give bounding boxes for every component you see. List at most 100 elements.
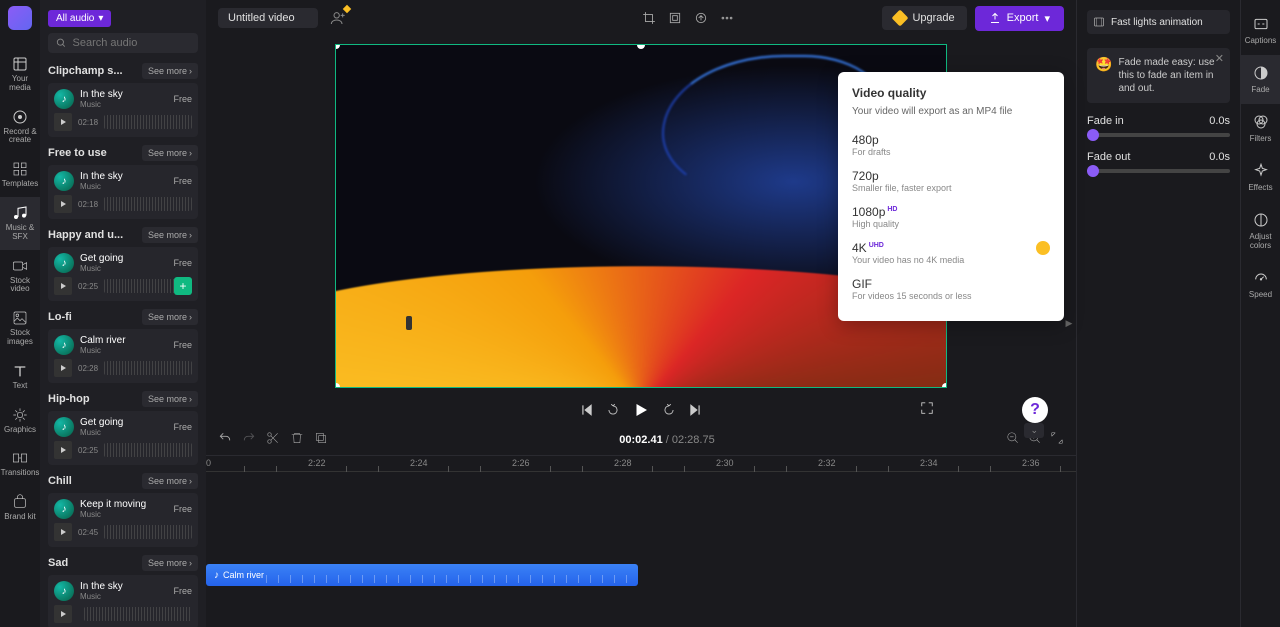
tool-filters[interactable]: Filters bbox=[1241, 104, 1280, 153]
timeline[interactable]: 02:222:242:262:282:302:322:342:36 Calm r… bbox=[206, 455, 1076, 627]
category-title: Hip-hop bbox=[48, 393, 90, 405]
premium-badge-icon bbox=[342, 4, 352, 14]
audio-track[interactable]: In the skyMusicFree02:18 bbox=[48, 165, 198, 219]
track-badge: Free bbox=[173, 176, 192, 186]
more-button[interactable] bbox=[716, 7, 738, 29]
nav-text[interactable]: Text bbox=[0, 355, 40, 399]
track-play-button[interactable] bbox=[54, 359, 72, 377]
tool-fade[interactable]: Fade bbox=[1241, 55, 1280, 104]
track-art-icon bbox=[54, 89, 74, 109]
tool-speed[interactable]: Speed bbox=[1241, 260, 1280, 309]
duplicate-button[interactable] bbox=[314, 431, 328, 450]
zoom-out-icon bbox=[1006, 431, 1020, 445]
audio-track[interactable]: Keep it movingMusicFree02:45 bbox=[48, 493, 198, 547]
timeline-tracks[interactable]: Calm river bbox=[206, 472, 1076, 612]
audio-panel: All audio ▾ Clipchamp s...See more ›In t… bbox=[40, 0, 206, 627]
timeline-ruler[interactable]: 02:222:242:262:282:302:322:342:36 bbox=[206, 456, 1076, 472]
ruler-mark: 2:30 bbox=[716, 458, 734, 468]
redo-button[interactable] bbox=[242, 431, 256, 450]
audio-search[interactable] bbox=[48, 33, 198, 53]
add-track-button[interactable]: + bbox=[174, 277, 192, 295]
audio-clip[interactable]: Calm river bbox=[206, 564, 638, 586]
see-more-button[interactable]: See more › bbox=[142, 555, 198, 571]
project-title-input[interactable] bbox=[218, 8, 318, 28]
nav-templates[interactable]: Templates bbox=[0, 153, 40, 197]
see-more-button[interactable]: See more › bbox=[142, 145, 198, 161]
quality-badge: HD bbox=[887, 206, 897, 213]
app-logo[interactable] bbox=[8, 6, 32, 30]
nav-stock-video[interactable]: Stock video bbox=[0, 250, 40, 303]
upgrade-button[interactable]: Upgrade bbox=[882, 6, 966, 30]
export-option[interactable]: 720pSmaller file, faster export bbox=[852, 163, 1050, 199]
tool-captions[interactable]: Captions bbox=[1241, 6, 1280, 55]
see-more-button[interactable]: See more › bbox=[142, 309, 198, 325]
nav-stock-images[interactable]: Stock images bbox=[0, 302, 40, 355]
resize-handle-tm[interactable] bbox=[637, 44, 645, 49]
track-play-button[interactable] bbox=[54, 605, 72, 623]
nav-record-create[interactable]: Record & create bbox=[0, 101, 40, 154]
collaborate-button[interactable] bbox=[326, 6, 350, 30]
see-more-button[interactable]: See more › bbox=[142, 473, 198, 489]
audio-filter-dropdown[interactable]: All audio ▾ bbox=[48, 10, 111, 27]
help-button[interactable]: ? bbox=[1022, 397, 1048, 423]
crop-button[interactable] bbox=[638, 7, 660, 29]
nav-transitions[interactable]: Transitions bbox=[0, 442, 40, 486]
fit-button[interactable] bbox=[664, 7, 686, 29]
forward-button[interactable] bbox=[662, 403, 676, 417]
nav-brand-kit[interactable]: Brand kit bbox=[0, 486, 40, 530]
nav-music-sfx[interactable]: Music & SFX bbox=[0, 197, 40, 250]
split-button[interactable] bbox=[266, 431, 280, 450]
expand-timeline-button[interactable]: ⌄ bbox=[1024, 423, 1044, 438]
track-play-button[interactable] bbox=[54, 441, 72, 459]
fullscreen-button[interactable] bbox=[920, 401, 934, 420]
ruler-mark: 2:24 bbox=[410, 458, 428, 468]
export-button[interactable]: Export ▾ bbox=[975, 6, 1064, 31]
track-play-button[interactable] bbox=[54, 277, 72, 295]
clip-indicator[interactable]: Fast lights animation bbox=[1087, 10, 1230, 34]
nav-your-media[interactable]: Your media bbox=[0, 48, 40, 101]
track-play-button[interactable] bbox=[54, 523, 72, 541]
export-option[interactable]: GIFFor videos 15 seconds or less bbox=[852, 271, 1050, 307]
see-more-button[interactable]: See more › bbox=[142, 391, 198, 407]
see-more-button[interactable]: See more › bbox=[142, 63, 198, 79]
nav-graphics[interactable]: Graphics bbox=[0, 399, 40, 443]
tool-effects[interactable]: Effects bbox=[1241, 153, 1280, 202]
panel-drag-handle[interactable] bbox=[406, 316, 412, 330]
crop-icon bbox=[642, 11, 656, 25]
search-icon bbox=[56, 37, 67, 49]
audio-track[interactable]: In the skyMusicFree bbox=[48, 575, 198, 627]
export-option[interactable]: 480pFor drafts bbox=[852, 127, 1050, 163]
export-option[interactable]: 1080pHDHigh quality bbox=[852, 199, 1050, 235]
skip-back-button[interactable] bbox=[580, 403, 594, 417]
fade-in-slider[interactable] bbox=[1087, 133, 1230, 137]
pip-button[interactable] bbox=[690, 7, 712, 29]
track-type: Music bbox=[80, 428, 167, 437]
resize-handle-bl[interactable] bbox=[335, 383, 340, 388]
play-button[interactable] bbox=[632, 401, 650, 419]
tool-adjust-colors[interactable]: Adjust colors bbox=[1241, 202, 1280, 260]
fit-timeline-button[interactable] bbox=[1050, 431, 1064, 450]
fade-out-label: Fade out bbox=[1087, 151, 1130, 163]
track-title: Get going bbox=[80, 253, 167, 264]
skip-forward-button[interactable] bbox=[688, 403, 702, 417]
resize-handle-br[interactable] bbox=[942, 383, 947, 388]
track-play-button[interactable] bbox=[54, 113, 72, 131]
ruler-mark: 2:34 bbox=[920, 458, 938, 468]
audio-track[interactable]: Calm riverMusicFree02:28 bbox=[48, 329, 198, 383]
fade-out-slider[interactable] bbox=[1087, 169, 1230, 173]
audio-track[interactable]: Get goingMusicFree02:25+ bbox=[48, 247, 198, 301]
export-option[interactable]: 4KUHDYour video has no 4K media bbox=[852, 235, 1050, 271]
audio-track[interactable]: In the skyMusicFree02:18 bbox=[48, 83, 198, 137]
category-title: Lo-fi bbox=[48, 311, 72, 323]
audio-track[interactable]: Get goingMusicFree02:25 bbox=[48, 411, 198, 465]
see-more-button[interactable]: See more › bbox=[142, 227, 198, 243]
zoom-out-button[interactable] bbox=[1006, 431, 1020, 450]
track-play-button[interactable] bbox=[54, 195, 72, 213]
tip-close-button[interactable]: ✕ bbox=[1215, 52, 1224, 65]
search-input[interactable] bbox=[73, 37, 190, 49]
delete-button[interactable] bbox=[290, 431, 304, 450]
undo-button[interactable] bbox=[218, 431, 232, 450]
rewind-button[interactable] bbox=[606, 403, 620, 417]
resize-handle-tl[interactable] bbox=[335, 44, 340, 49]
scroll-right-button[interactable]: ▶ bbox=[1064, 316, 1074, 330]
